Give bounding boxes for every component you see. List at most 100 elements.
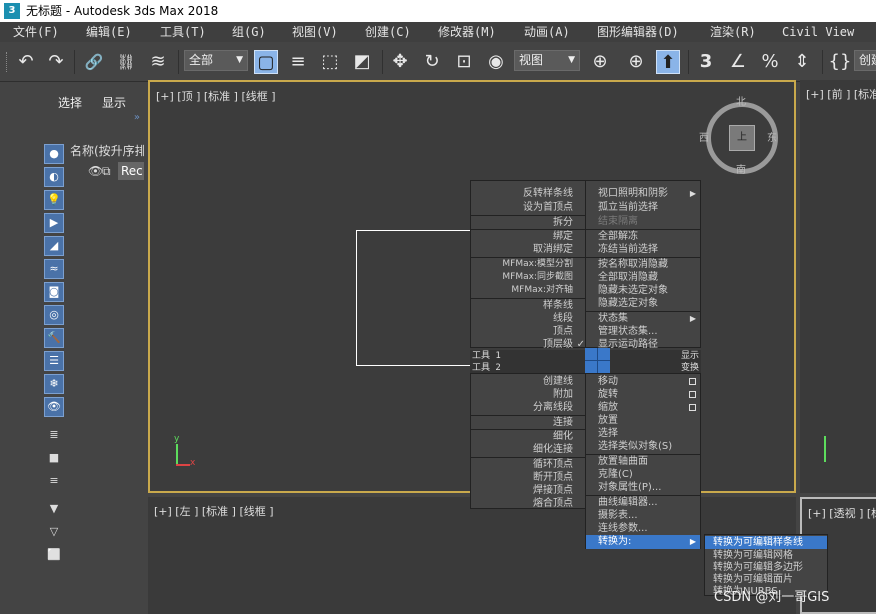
viewport-label[interactable]: [+] [透视 ] [标 bbox=[808, 505, 876, 521]
menu-item[interactable]: 管理状态集... bbox=[586, 325, 700, 338]
viewport-label[interactable]: [+] [左 ] [标准 ] [线框 ] bbox=[154, 503, 274, 519]
reference-coord-dropdown[interactable]: 视图 ▼ bbox=[514, 50, 580, 71]
create-selection-set-field[interactable]: 创建 bbox=[854, 50, 876, 71]
move-icon[interactable]: ✥ bbox=[388, 50, 412, 74]
menu-item[interactable]: 反转样条线 bbox=[471, 187, 583, 200]
menu-item[interactable]: 创建线 bbox=[471, 375, 583, 388]
display-all-icon[interactable]: ≣ bbox=[44, 426, 64, 446]
menu-group[interactable]: 组(G) bbox=[232, 22, 266, 42]
scale-icon[interactable]: ⊡ bbox=[452, 50, 476, 74]
menu-item[interactable]: 附加 bbox=[471, 388, 583, 401]
angle-snap-icon[interactable]: ∠ bbox=[726, 50, 750, 74]
redo-icon[interactable]: ↷ bbox=[44, 50, 68, 74]
menu-item[interactable]: MFMax:同步截图 bbox=[471, 271, 583, 284]
menu-item[interactable]: 全部解冻 bbox=[586, 230, 700, 243]
filter-shapes-icon[interactable]: ◐ bbox=[44, 167, 64, 187]
menu-item[interactable]: 对象属性(P)... bbox=[586, 481, 700, 494]
filter-groups-icon[interactable]: ◙ bbox=[44, 282, 64, 302]
menu-item[interactable]: 选择 bbox=[586, 427, 700, 440]
selection-filter-dropdown[interactable]: 全部 ▼ bbox=[184, 50, 248, 71]
filter-lights-icon[interactable]: 💡 bbox=[44, 190, 64, 210]
filter-geometry-icon[interactable]: ● bbox=[44, 144, 64, 164]
filter-bones-icon[interactable]: 🔨 bbox=[44, 328, 64, 348]
rectangle-shape[interactable] bbox=[356, 230, 476, 366]
menu-item[interactable]: 绑定 bbox=[471, 230, 583, 243]
menu-item[interactable]: 顶点 bbox=[471, 325, 583, 338]
selection-lock-icon[interactable]: ⊕ bbox=[624, 50, 648, 74]
settings-box-icon[interactable] bbox=[689, 404, 696, 411]
spinner-snap-icon[interactable]: ⇕ bbox=[790, 50, 814, 74]
filter-spacewarps-icon[interactable]: ≈ bbox=[44, 259, 64, 279]
viewcube-face-top[interactable]: 上 bbox=[729, 125, 755, 151]
window-crossing-icon[interactable]: ◩ bbox=[350, 50, 374, 74]
named-sets-icon[interactable]: {} bbox=[828, 50, 852, 74]
display-invert-icon[interactable]: ≡ bbox=[44, 472, 64, 492]
menu-item[interactable]: 拆分 bbox=[471, 216, 583, 229]
filter-settings-icon[interactable]: ▽ bbox=[44, 523, 64, 543]
menu-rendering[interactable]: 渲染(R) bbox=[710, 22, 756, 42]
menu-item-convert-to[interactable]: 转换为: ▶ bbox=[586, 535, 700, 549]
menu-tools[interactable]: 工具(T) bbox=[160, 22, 206, 42]
rect-region-icon[interactable]: ⬚ bbox=[318, 50, 342, 74]
menu-create[interactable]: 创建(C) bbox=[365, 22, 411, 42]
menu-item[interactable]: 曲线编辑器... bbox=[586, 496, 700, 509]
menu-item[interactable]: 孤立当前选择 bbox=[586, 201, 700, 214]
menu-item[interactable]: 状态集 ▶ bbox=[586, 312, 700, 325]
layer-explorer-icon[interactable]: ⬜ bbox=[44, 546, 64, 566]
menu-graph-editors[interactable]: 图形编辑器(D) bbox=[597, 22, 679, 42]
eye-icon[interactable]: 👁 bbox=[88, 162, 103, 180]
column-header-name[interactable]: 名称(按升序排 bbox=[70, 142, 144, 160]
menu-item[interactable]: 选择类似对象(S) bbox=[586, 440, 700, 453]
filter-xrefs-icon[interactable]: ◎ bbox=[44, 305, 64, 325]
menu-item[interactable]: 细化 bbox=[471, 430, 583, 443]
tab-display[interactable]: 显示 bbox=[102, 94, 126, 111]
menu-item[interactable]: 熔合顶点 bbox=[471, 497, 583, 509]
menu-edit[interactable]: 编辑(E) bbox=[86, 22, 132, 42]
menu-item[interactable]: 移动 bbox=[586, 375, 700, 388]
viewport-front[interactable]: [+] [前 ] [标准 ] bbox=[800, 80, 876, 493]
tab-select[interactable]: 选择 bbox=[58, 94, 82, 111]
menu-item[interactable]: 克隆(C) bbox=[586, 468, 700, 481]
menu-item[interactable]: 全部取消隐藏 bbox=[586, 271, 700, 284]
menu-civil-view[interactable]: Civil View bbox=[782, 22, 854, 42]
filter-frozen-icon[interactable]: ❄ bbox=[44, 374, 64, 394]
select-object-icon[interactable]: ▢ bbox=[254, 50, 278, 74]
menu-item[interactable]: 线段 bbox=[471, 312, 583, 325]
place-icon[interactable]: ◉ bbox=[484, 50, 508, 74]
menu-views[interactable]: 视图(V) bbox=[292, 22, 338, 42]
menu-modifiers[interactable]: 修改器(M) bbox=[438, 22, 496, 42]
menu-item[interactable]: 旋转 bbox=[586, 388, 700, 401]
menu-item[interactable]: MFMax:模型分割 bbox=[471, 258, 583, 271]
undo-icon[interactable]: ↶ bbox=[14, 50, 38, 74]
menu-item[interactable]: MFMax:对齐轴 bbox=[471, 284, 583, 297]
menu-item[interactable]: 样条线 bbox=[471, 299, 583, 312]
menu-item[interactable]: 连线参数... bbox=[586, 522, 700, 535]
bind-space-warp-icon[interactable]: ≋ bbox=[146, 50, 170, 74]
menu-item[interactable]: 循环顶点 bbox=[471, 458, 583, 471]
settings-box-icon[interactable] bbox=[689, 391, 696, 398]
menu-file[interactable]: 文件(F) bbox=[13, 22, 59, 42]
filter-helpers-icon[interactable]: ◢ bbox=[44, 236, 64, 256]
manipulate-icon[interactable]: ⬆ bbox=[656, 50, 680, 74]
submenu-item-editable-spline[interactable]: 转换为可编辑样条线 bbox=[705, 536, 827, 549]
toolbar-handle[interactable] bbox=[6, 52, 9, 72]
expand-icon[interactable]: » bbox=[134, 112, 140, 123]
filter-funnel-icon[interactable]: ▼ bbox=[44, 500, 64, 520]
menu-item[interactable]: 连接 bbox=[471, 416, 583, 429]
list-item[interactable]: 👁 ⧉ Rec bbox=[86, 162, 144, 180]
display-none-icon[interactable]: ■ bbox=[44, 449, 64, 469]
menu-item[interactable]: 断开顶点 bbox=[471, 471, 583, 484]
unlink-icon[interactable]: ⛓ bbox=[114, 50, 138, 74]
menu-item[interactable]: 设为首顶点 bbox=[471, 201, 583, 214]
viewcube[interactable]: 上 北 西 东 南 bbox=[699, 97, 778, 176]
menu-item[interactable]: 焊接顶点 bbox=[471, 484, 583, 497]
menu-item[interactable]: 缩放 bbox=[586, 401, 700, 414]
menu-animation[interactable]: 动画(A) bbox=[524, 22, 570, 42]
select-by-name-icon[interactable]: ≡ bbox=[286, 50, 310, 74]
menu-item[interactable]: 视口照明和阴影 ▶ bbox=[586, 187, 700, 200]
settings-box-icon[interactable] bbox=[689, 378, 696, 385]
rotate-icon[interactable]: ↻ bbox=[420, 50, 444, 74]
menu-item[interactable]: 冻结当前选择 bbox=[586, 243, 700, 256]
menu-item[interactable]: 按名称取消隐藏 bbox=[586, 258, 700, 271]
snap-3d-icon[interactable]: 3 bbox=[694, 50, 718, 74]
